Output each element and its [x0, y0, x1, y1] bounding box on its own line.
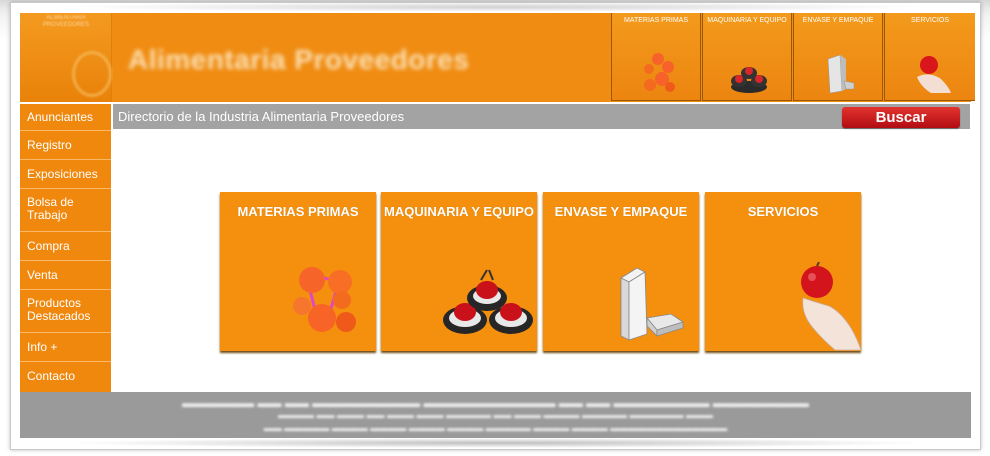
category-tile-materias-primas[interactable]: MATERIAS PRIMAS — [220, 192, 376, 351]
directory-bar: Directorio de la Industria Alimentaria P… — [113, 104, 970, 129]
category-tile-label: MATERIAS PRIMAS — [237, 204, 359, 219]
footer-line: ▬▬ ▬▬▬▬▬ ▬▬▬▬ ▬▬▬▬ ▬▬▬▬ ▬▬▬▬ ▬▬▬▬▬ ▬▬▬▬ … — [263, 423, 728, 433]
sidebar-item-bolsa-de-trabajo[interactable]: Bolsa de Trabajo — [20, 189, 111, 232]
footer-line: ▬▬▬▬▬▬ ▬▬ ▬▬ ▬▬▬▬▬▬▬▬▬ ▬▬▬▬▬▬▬▬▬▬▬ ▬▬ ▬▬… — [182, 396, 809, 410]
machinery-icon — [731, 67, 767, 93]
directory-title: Directorio de la Industria Alimentaria P… — [118, 109, 405, 124]
category-tile-maquinaria-y-equipo[interactable]: MAQUINARIA Y EQUIPO — [381, 192, 537, 351]
sidebar-item-productos-destacados[interactable]: Productos Destacados — [20, 290, 111, 333]
header-tab-materias-primas[interactable]: MATERIAS PRIMAS — [611, 13, 701, 101]
header-tab-servicios[interactable]: SERVICIOS — [884, 13, 975, 101]
category-tile-label: ENVASE Y EMPAQUE — [554, 204, 688, 219]
carton-pack-icon — [827, 54, 855, 94]
sidebar-item-contacto[interactable]: Contacto — [20, 362, 111, 392]
brand-title: Alimentaria Proveedores — [128, 44, 470, 75]
header-category-tabs: MATERIAS PRIMAS MAQUINARIA Y EQUIPO ENVA… — [611, 13, 976, 102]
site-footer: ▬▬▬▬▬▬ ▬▬ ▬▬ ▬▬▬▬▬▬▬▬▬ ▬▬▬▬▬▬▬▬▬▬▬ ▬▬ ▬▬… — [20, 392, 971, 438]
sidebar-item-exposiciones[interactable]: Exposiciones — [20, 160, 111, 189]
header-tab-label: ENVASE Y EMPAQUE — [802, 17, 874, 24]
orange-molecule-icon — [644, 53, 675, 92]
header-tab-label: SERVICIOS — [911, 17, 949, 24]
apple-hand-icon — [917, 56, 951, 93]
category-tile-envase-y-empaque[interactable]: ENVASE Y EMPAQUE — [543, 192, 699, 351]
machinery-icon — [443, 269, 533, 334]
search-button[interactable]: Buscar — [842, 107, 960, 128]
logo-text: ALIMENTARIA PROVEEDORES — [42, 15, 90, 28]
sidebar-nav: Anunciantes Registro Exposiciones Bolsa … — [20, 104, 111, 392]
top-shadow — [60, 2, 930, 12]
site-logo[interactable]: ALIMENTARIA PROVEEDORES — [20, 13, 112, 102]
sidebar-item-anunciantes[interactable]: Anunciantes — [20, 104, 111, 131]
header-tab-envase-y-empaque[interactable]: ENVASE Y EMPAQUE — [793, 13, 883, 101]
sidebar-item-compra[interactable]: Compra — [20, 232, 111, 261]
header-tab-maquinaria-y-equipo[interactable]: MAQUINARIA Y EQUIPO — [702, 13, 792, 101]
sidebar-item-info[interactable]: Info + — [20, 333, 111, 362]
logo-emblem-icon — [72, 51, 112, 97]
apple-hand-icon — [801, 262, 862, 351]
sidebar-item-venta[interactable]: Venta — [20, 261, 111, 290]
sidebar-item-registro[interactable]: Registro — [20, 131, 111, 160]
carton-pack-icon — [620, 267, 684, 341]
category-tile-label: MAQUINARIA Y EQUIPO — [383, 204, 534, 219]
orange-molecule-icon — [293, 267, 356, 332]
category-tile-servicios[interactable]: SERVICIOS — [705, 192, 862, 351]
category-tile-label: SERVICIOS — [747, 204, 819, 219]
header-tab-label: MAQUINARIA Y EQUIPO — [707, 17, 787, 24]
footer-line: ▬▬▬▬ ▬▬ ▬▬▬ ▬▬ ▬▬▬ ▬▬▬ ▬▬▬▬▬ ▬▬ ▬▬▬ ▬▬▬▬… — [277, 410, 713, 420]
header-tab-label: MATERIAS PRIMAS — [623, 17, 689, 24]
footer-shadow — [60, 438, 930, 448]
